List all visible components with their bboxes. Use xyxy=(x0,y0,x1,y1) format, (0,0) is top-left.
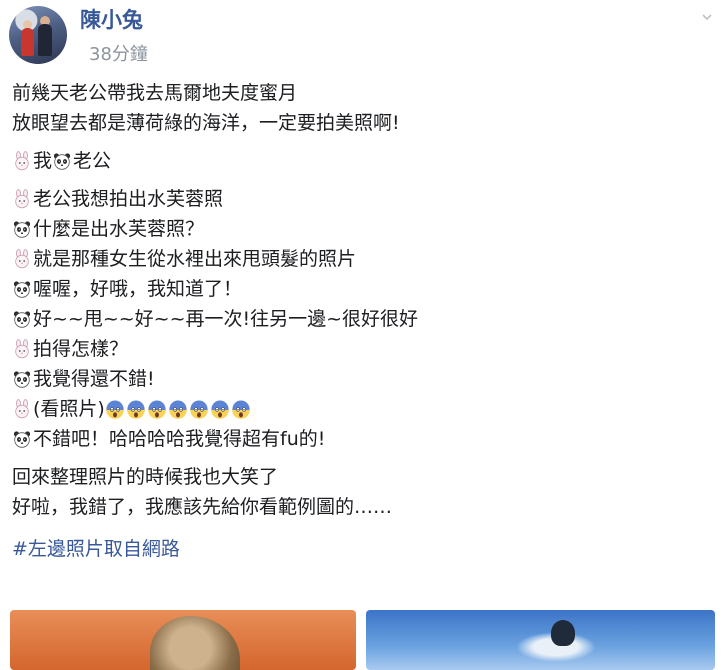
photo-left[interactable] xyxy=(10,610,356,670)
dialogue-text: 我覺得還不錯! xyxy=(33,368,155,390)
scream-emoji-group xyxy=(105,394,252,424)
text-line: 回來整理照片的時候我也大笑了 xyxy=(12,466,279,488)
dialogue-text: 拍得怎樣？ xyxy=(33,338,129,360)
dialogue-text: 就是那種女生從水裡出來甩頭髮的照片 xyxy=(33,248,357,270)
text-line: 好啦，我錯了，我應該先給你看範例圖的…… xyxy=(12,496,393,518)
dialogue-text: 不錯吧！哈哈哈哈我覺得超有fu的! xyxy=(33,428,326,450)
rabbit-emoji-icon xyxy=(15,189,29,209)
rabbit-emoji-icon xyxy=(15,399,29,419)
panda-emoji-icon xyxy=(13,221,31,238)
text-line: 放眼望去都是薄荷綠的海洋，一定要拍美照啊! xyxy=(12,112,400,134)
intro: 前幾天老公帶我去馬爾地夫度蜜月 放眼望去都是薄荷綠的海洋，一定要拍美照啊! xyxy=(12,78,712,138)
photo-detail xyxy=(551,620,575,646)
dialogue-line: 我覺得還不錯! xyxy=(12,364,712,394)
panda-emoji-icon xyxy=(13,281,31,298)
chevron-down-icon[interactable] xyxy=(701,11,713,23)
avatar-detail xyxy=(38,24,52,56)
photo-right[interactable] xyxy=(366,610,715,670)
scream-emoji-icon xyxy=(148,400,166,419)
author-name[interactable]: 陳小兔 xyxy=(80,4,143,34)
scream-emoji-icon xyxy=(232,400,250,419)
cast-husband: 老公 xyxy=(73,150,112,172)
panda-emoji-icon xyxy=(13,371,31,388)
scream-emoji-icon xyxy=(169,400,187,419)
avatar[interactable] xyxy=(9,6,67,64)
scream-emoji-icon xyxy=(127,400,145,419)
rabbit-emoji-icon xyxy=(15,151,29,171)
dialogue-line: (看照片) xyxy=(12,394,712,424)
hashtag-link[interactable]: #左邊照片取自網路 xyxy=(12,534,712,564)
dialogue-text: 老公我想拍出水芙蓉照 xyxy=(33,188,224,210)
scream-emoji-icon xyxy=(106,400,124,419)
dialogue-line: 好~~甩~~好~~再一次!往另一邊~很好很好 xyxy=(12,304,712,334)
panda-emoji-icon xyxy=(13,431,31,448)
outro: 回來整理照片的時候我也大笑了 好啦，我錯了，我應該先給你看範例圖的…… xyxy=(12,462,712,522)
cast-wife: 我 xyxy=(33,150,53,172)
dialogue-line: 不錯吧！哈哈哈哈我覺得超有fu的! xyxy=(12,424,712,454)
rabbit-emoji-icon xyxy=(15,249,29,269)
post-timestamp[interactable]: 38分鐘 xyxy=(89,40,148,66)
cast-line: 我老公 xyxy=(12,146,712,176)
dialogue-text: 喔喔，好哦，我知道了！ xyxy=(33,278,243,300)
dialogue-text: 好~~甩~~好~~再一次!往另一邊~很好很好 xyxy=(33,308,419,330)
dialogue-text: 什麼是出水芙蓉照？ xyxy=(33,218,205,240)
scream-emoji-icon xyxy=(211,400,229,419)
dialogue: 老公我想拍出水芙蓉照 什麼是出水芙蓉照？ 就是那種女生從水裡出來甩頭髮的照片 喔喔，好… xyxy=(12,184,712,454)
post-body: 前幾天老公帶我去馬爾地夫度蜜月 放眼望去都是薄荷綠的海洋，一定要拍美照啊! 我老… xyxy=(12,78,712,564)
photo-detail xyxy=(150,616,240,670)
avatar-detail xyxy=(21,28,34,56)
photo-grid xyxy=(0,610,723,670)
dialogue-line: 拍得怎樣？ xyxy=(12,334,712,364)
dialogue-line: 就是那種女生從水裡出來甩頭髮的照片 xyxy=(12,244,712,274)
dialogue-line: 老公我想拍出水芙蓉照 xyxy=(12,184,712,214)
post-header: 陳小兔 38分鐘 xyxy=(0,0,723,80)
dialogue-line: 喔喔，好哦，我知道了！ xyxy=(12,274,712,304)
panda-emoji-icon xyxy=(53,153,71,170)
text-line: 前幾天老公帶我去馬爾地夫度蜜月 xyxy=(12,82,298,104)
scream-emoji-icon xyxy=(190,400,208,419)
dialogue-line: 什麼是出水芙蓉照？ xyxy=(12,214,712,244)
panda-emoji-icon xyxy=(13,311,31,328)
dialogue-text: (看照片) xyxy=(33,398,105,420)
rabbit-emoji-icon xyxy=(15,339,29,359)
